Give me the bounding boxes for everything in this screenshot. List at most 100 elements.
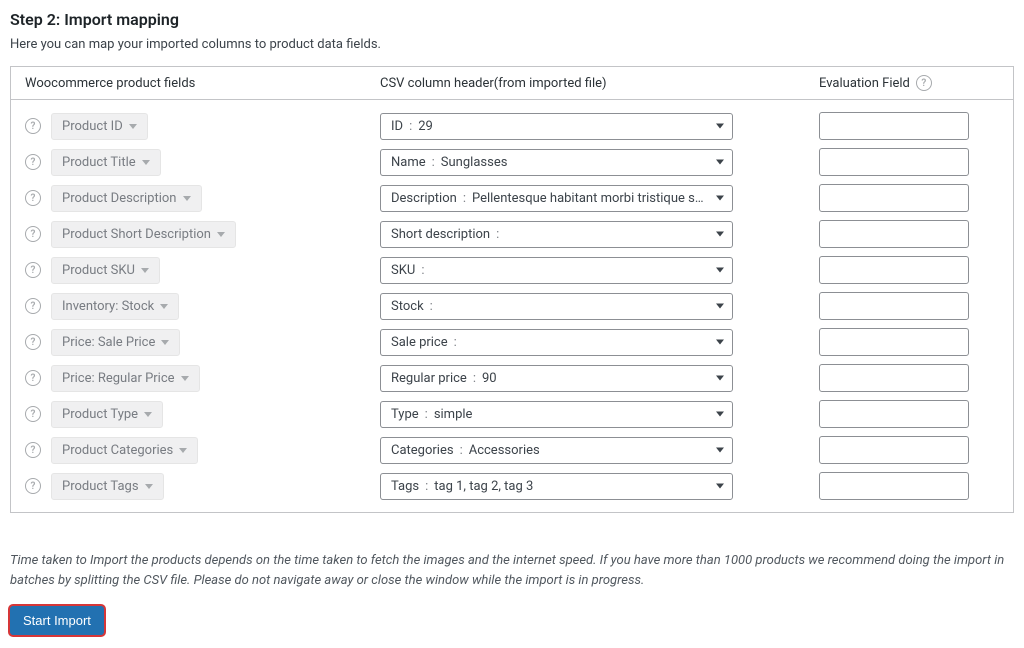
- csv-separator: :: [425, 407, 428, 422]
- mapping-header: Woocommerce product fields CSV column he…: [11, 67, 1013, 100]
- wc-field-label: Product Tags: [62, 479, 139, 494]
- wc-field-chip[interactable]: Product Short Description: [51, 221, 236, 248]
- wc-field-chip[interactable]: Product SKU: [51, 257, 160, 284]
- help-icon[interactable]: ?: [25, 406, 41, 422]
- csv-separator: :: [430, 299, 433, 314]
- csv-column-select[interactable]: ID : 29: [380, 113, 733, 140]
- mapping-row: ? Product ID ID : 29: [11, 108, 1013, 144]
- wc-field-chip[interactable]: Inventory: Stock: [51, 293, 179, 320]
- chevron-down-icon: [181, 376, 189, 381]
- start-import-button[interactable]: Start Import: [10, 606, 104, 635]
- help-icon[interactable]: ?: [25, 262, 41, 278]
- mapping-row: ? Product Description Description : Pellen…: [11, 180, 1013, 216]
- wc-field-chip[interactable]: Product Title: [51, 149, 161, 176]
- chevron-down-icon: [142, 160, 150, 165]
- wc-field-chip[interactable]: Product Description: [51, 185, 202, 212]
- help-icon[interactable]: ?: [916, 75, 932, 91]
- chevron-down-icon: [129, 124, 137, 129]
- help-icon[interactable]: ?: [25, 118, 41, 134]
- mapping-row: ? Product SKU SKU :: [11, 252, 1013, 288]
- csv-column-select[interactable]: Description : Pellentesque habitant morb…: [380, 185, 733, 212]
- csv-column-select[interactable]: Stock :: [380, 293, 733, 320]
- wc-field-label: Product Type: [62, 407, 138, 422]
- csv-column-select[interactable]: Categories : Accessories: [380, 437, 733, 464]
- mapping-row: ? Product Short Description Short descript…: [11, 216, 1013, 252]
- csv-value-preview: 90: [482, 371, 497, 386]
- help-icon[interactable]: ?: [25, 442, 41, 458]
- csv-header-label: Type: [391, 407, 419, 422]
- chevron-down-icon: [183, 196, 191, 201]
- csv-column-select[interactable]: Sale price :: [380, 329, 733, 356]
- mapping-body: ? Product ID ID : 29? Product Title Name : S…: [11, 100, 1013, 512]
- wc-field-chip[interactable]: Product ID: [51, 113, 148, 140]
- csv-value-preview: simple: [434, 407, 473, 422]
- csv-header-label: Sale price: [391, 335, 448, 350]
- evaluation-input[interactable]: [819, 148, 969, 176]
- chevron-down-icon: [716, 124, 724, 129]
- chevron-down-icon: [179, 448, 187, 453]
- help-icon[interactable]: ?: [25, 154, 41, 170]
- chevron-down-icon: [716, 376, 724, 381]
- evaluation-input[interactable]: [819, 184, 969, 212]
- help-icon[interactable]: ?: [25, 334, 41, 350]
- mapping-row: ? Product Tags Tags : tag 1, tag 2, tag 3: [11, 468, 1013, 504]
- mapping-row: ? Product Categories Categories : Accessor…: [11, 432, 1013, 468]
- csv-value-preview: Sunglasses: [441, 155, 508, 170]
- help-icon[interactable]: ?: [25, 478, 41, 494]
- csv-column-select[interactable]: SKU :: [380, 257, 733, 284]
- help-icon[interactable]: ?: [25, 370, 41, 386]
- evaluation-input[interactable]: [819, 328, 969, 356]
- mapping-row: ? Product Title Name : Sunglasses: [11, 144, 1013, 180]
- csv-column-select[interactable]: Short description :: [380, 221, 733, 248]
- page-subtitle: Here you can map your imported columns t…: [10, 37, 1014, 52]
- csv-separator: :: [460, 443, 463, 458]
- csv-separator: :: [409, 119, 412, 134]
- mapping-table: Woocommerce product fields CSV column he…: [10, 66, 1014, 513]
- wc-field-label: Product Description: [62, 191, 177, 206]
- csv-separator: :: [454, 335, 457, 350]
- csv-column-select[interactable]: Tags : tag 1, tag 2, tag 3: [380, 473, 733, 500]
- csv-header-label: SKU: [391, 263, 415, 278]
- evaluation-input[interactable]: [819, 400, 969, 428]
- evaluation-input[interactable]: [819, 472, 969, 500]
- csv-separator: :: [432, 155, 435, 170]
- chevron-down-icon: [716, 448, 724, 453]
- csv-column-select[interactable]: Regular price : 90: [380, 365, 733, 392]
- evaluation-input[interactable]: [819, 112, 969, 140]
- csv-separator: :: [425, 479, 428, 494]
- wc-field-label: Product Categories: [62, 443, 173, 458]
- wc-field-chip[interactable]: Product Categories: [51, 437, 198, 464]
- evaluation-input[interactable]: [819, 292, 969, 320]
- chevron-down-icon: [716, 268, 724, 273]
- csv-header-label: Short description: [391, 227, 490, 242]
- wc-field-label: Price: Sale Price: [62, 335, 155, 350]
- header-evaluation-field: Evaluation Field ?: [819, 75, 999, 91]
- wc-field-chip[interactable]: Price: Regular Price: [51, 365, 200, 392]
- help-icon[interactable]: ?: [25, 226, 41, 242]
- help-icon[interactable]: ?: [25, 298, 41, 314]
- chevron-down-icon: [145, 484, 153, 489]
- evaluation-input[interactable]: [819, 220, 969, 248]
- import-note: Time taken to Import the products depend…: [10, 551, 1014, 590]
- csv-column-select[interactable]: Type : simple: [380, 401, 733, 428]
- csv-header-label: Name: [391, 155, 426, 170]
- csv-header-label: Tags: [391, 479, 419, 494]
- mapping-row: ? Price: Sale Price Sale price :: [11, 324, 1013, 360]
- chevron-down-icon: [144, 412, 152, 417]
- csv-header-label: Categories: [391, 443, 454, 458]
- evaluation-input[interactable]: [819, 364, 969, 392]
- wc-field-chip[interactable]: Product Type: [51, 401, 163, 428]
- csv-column-select[interactable]: Name : Sunglasses: [380, 149, 733, 176]
- wc-field-chip[interactable]: Price: Sale Price: [51, 329, 180, 356]
- csv-value-preview: 29: [418, 119, 433, 134]
- evaluation-input[interactable]: [819, 436, 969, 464]
- wc-field-chip[interactable]: Product Tags: [51, 473, 164, 500]
- csv-header-label: ID: [391, 119, 403, 134]
- header-csv-column: CSV column header(from imported file): [380, 76, 819, 91]
- help-icon[interactable]: ?: [25, 190, 41, 206]
- chevron-down-icon: [716, 340, 724, 345]
- evaluation-input[interactable]: [819, 256, 969, 284]
- wc-field-label: Inventory: Stock: [62, 299, 154, 314]
- chevron-down-icon: [716, 232, 724, 237]
- mapping-row: ? Inventory: Stock Stock :: [11, 288, 1013, 324]
